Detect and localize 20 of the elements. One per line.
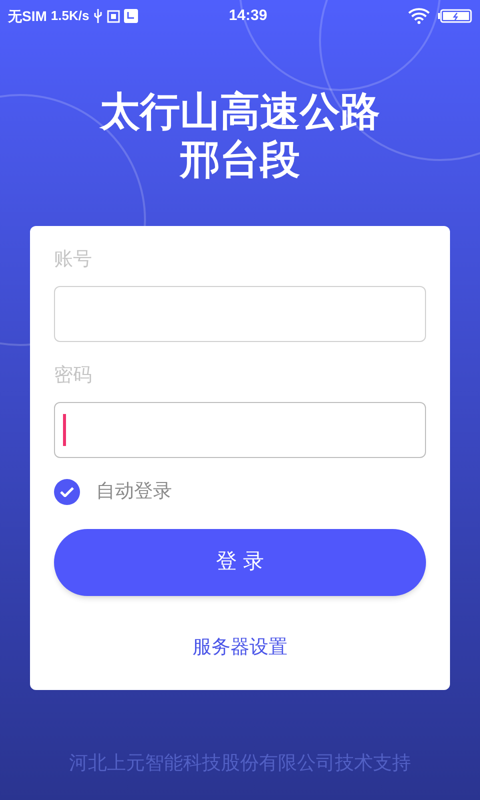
square-icon: [124, 9, 138, 23]
wifi-icon: [408, 8, 430, 24]
checkbox-label: 自动登录: [96, 480, 172, 504]
app-title: 太行山高速公路: [100, 89, 380, 136]
text-cursor: [63, 414, 66, 446]
square-icon: [107, 10, 120, 22]
field-label: 账号: [54, 248, 93, 272]
checkbox[interactable]: [54, 479, 80, 506]
carrier-text: 无SIM: [8, 6, 47, 26]
input-field[interactable]: [54, 402, 426, 458]
server-settings-link[interactable]: 服务器设置: [192, 634, 288, 662]
login-button[interactable]: 登 录: [54, 528, 426, 596]
input-field[interactable]: [54, 286, 426, 342]
clock-time: 14:39: [228, 6, 268, 26]
usb-icon: [93, 9, 104, 23]
app-title: 邢台段: [180, 137, 300, 184]
check-icon: [60, 487, 74, 498]
network-speed: 1.5K/s: [50, 7, 90, 26]
field-label: 密码: [54, 364, 93, 388]
battery-icon: [438, 9, 472, 23]
